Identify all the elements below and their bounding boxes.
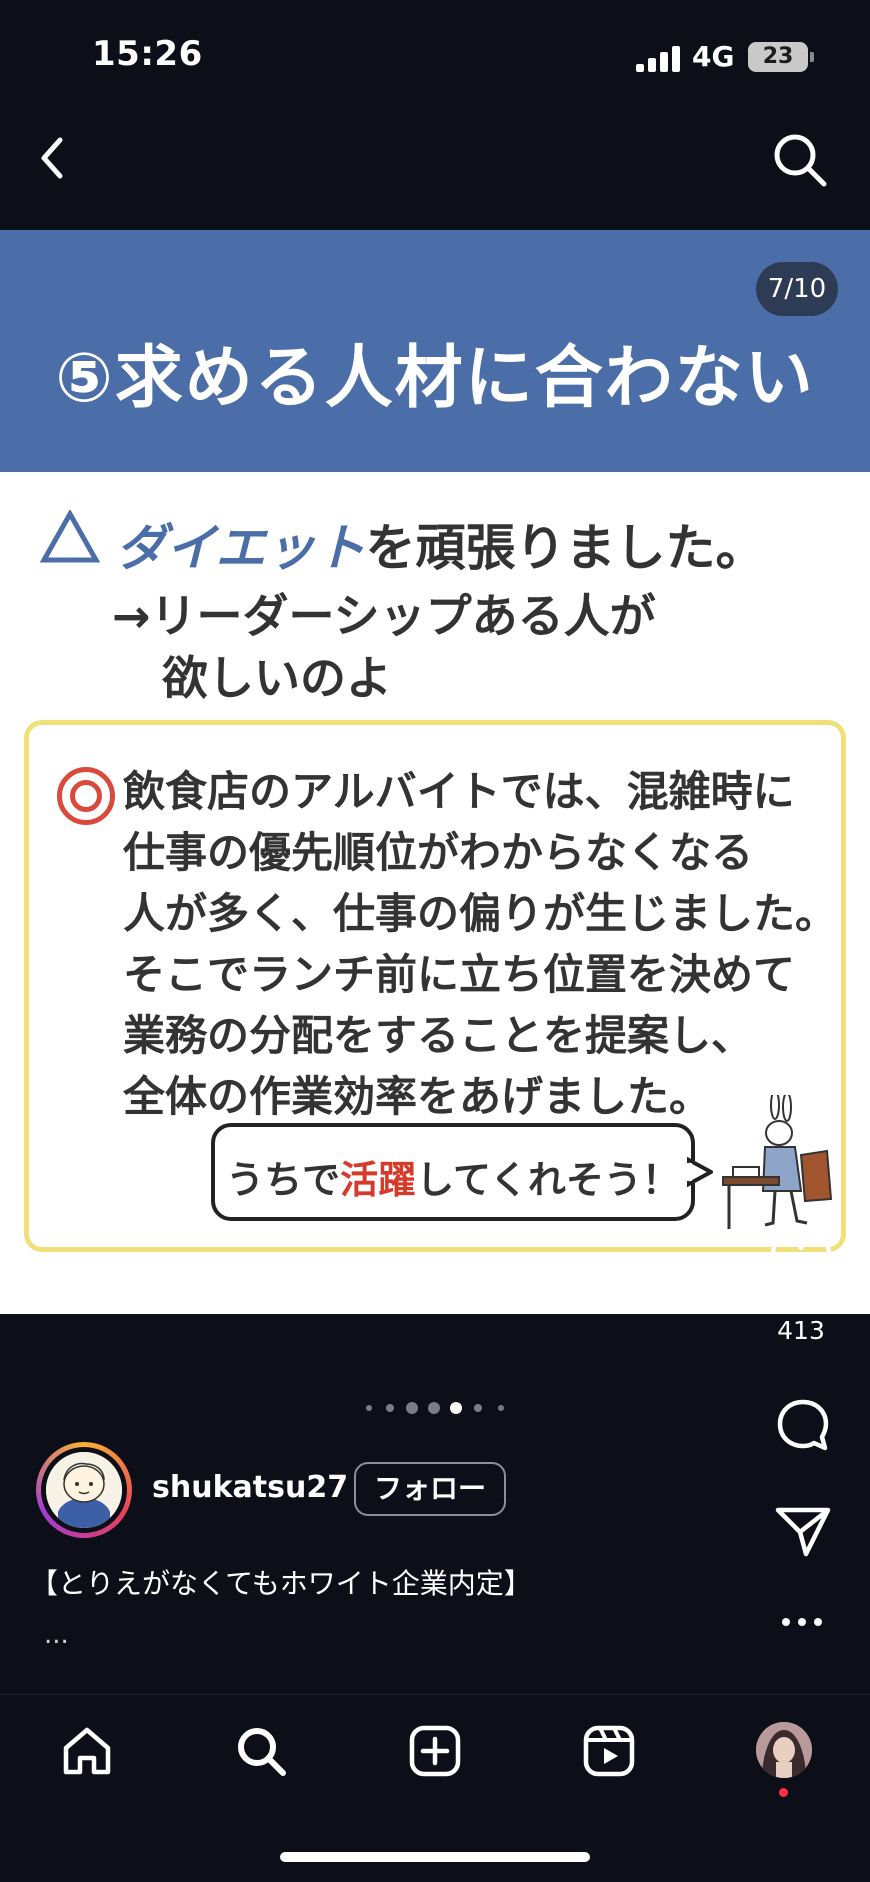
good-example-line: 飲食店のアルバイトでは、混雑時に [123, 767, 795, 816]
signal-icon [636, 46, 682, 72]
battery-icon: 23 [748, 42, 808, 72]
nav-divider [0, 1694, 870, 1695]
search-icon [774, 134, 827, 187]
paper-plane-icon [775, 1507, 831, 1557]
post-banner: ⑤求める人材に合わない 7/10 [0, 230, 870, 472]
battery-tip [810, 52, 814, 62]
home-icon [63, 1727, 111, 1775]
notification-dot [779, 1788, 788, 1797]
double-circle-mark-icon [57, 767, 115, 825]
carousel-dots [362, 1398, 512, 1418]
caption-more[interactable]: ... [44, 1620, 69, 1650]
post-caption[interactable]: 【とりえがなくてもホワイト企業内定】 [30, 1562, 532, 1602]
speech-highlight: 活躍 [340, 1158, 417, 1202]
good-example-box: 飲食店のアルバイトでは、混雑時に 仕事の優先順位がわからなくなる 人が多く、仕事… [24, 720, 846, 1252]
carousel-dot-active [450, 1402, 462, 1414]
status-time: 15:26 [92, 34, 203, 74]
more-dots-icon [782, 1618, 822, 1626]
profile-avatar [756, 1722, 812, 1778]
nav-profile[interactable] [756, 1722, 812, 1778]
more-options-button[interactable] [780, 1612, 824, 1632]
like-count[interactable]: 413 [758, 1316, 844, 1345]
speech-suffix: してくれそう！ [416, 1158, 680, 1202]
good-example-line: 人が多く、仕事の偏りが生じました。 [123, 889, 838, 938]
banner-title: ⑤求める人材に合わない [55, 339, 815, 418]
bad-example-rest: を頑張りました。 [365, 519, 766, 577]
carousel-dot [366, 1405, 372, 1411]
search-button[interactable] [768, 128, 832, 192]
speech-bubble: うちで活躍してくれそう！ [211, 1123, 695, 1221]
nav-home[interactable] [60, 1724, 114, 1778]
follow-button[interactable]: フォロー [354, 1462, 506, 1516]
avatar-border [41, 1447, 127, 1533]
heart-icon [770, 1236, 832, 1291]
carousel-dot [428, 1402, 440, 1414]
bad-example-text: ダイエットを頑張りました。 [116, 508, 766, 580]
avatar-illustration [46, 1452, 122, 1528]
bad-example-highlight: ダイエット [116, 519, 366, 577]
share-button[interactable] [774, 1504, 832, 1560]
author-username[interactable]: shukatsu27 [152, 1470, 348, 1505]
author-avatar[interactable] [36, 1442, 132, 1538]
search-icon [238, 1728, 286, 1776]
reels-icon [583, 1725, 635, 1777]
create-icon [409, 1725, 461, 1777]
good-example-line: そこでランチ前に立ち位置を決めて [123, 950, 796, 999]
good-example-text: 飲食店のアルバイトでは、混雑時に 仕事の優先順位がわからなくなる 人が多く、仕事… [123, 761, 843, 1127]
carousel-dot [474, 1404, 482, 1412]
carousel-dot [498, 1405, 504, 1411]
speech-text: うちで活躍してくれそう！ [215, 1149, 691, 1204]
comment-icon [777, 1399, 829, 1451]
nav-create[interactable] [408, 1724, 462, 1778]
speech-prefix: うちで [226, 1158, 341, 1202]
carousel-dot [386, 1404, 394, 1412]
back-button[interactable] [30, 128, 78, 188]
network-type: 4G [692, 40, 735, 73]
post-image[interactable]: ⑤求める人材に合わない 7/10 ダイエットを頑張りました。 →リーダーシップあ… [0, 230, 870, 1314]
bad-example-comment-2: 欲しいのよ [162, 651, 392, 705]
page-counter: 7/10 [756, 262, 838, 316]
chevron-left-icon [41, 137, 63, 179]
nav-reels[interactable] [582, 1724, 636, 1778]
rabbit-at-desk-illustration [722, 1095, 833, 1229]
good-example-line: 仕事の優先順位がわからなくなる [123, 828, 754, 877]
speech-tail [687, 1157, 713, 1187]
triangle-mark-icon [40, 510, 100, 563]
nav-search[interactable] [234, 1724, 288, 1778]
comment-button[interactable] [776, 1398, 830, 1452]
good-example-line: 業務の分配をすることを提案し、 [123, 1011, 754, 1060]
like-button[interactable] [770, 1236, 832, 1294]
carousel-dot [406, 1402, 418, 1414]
home-indicator [280, 1852, 590, 1862]
bad-example-comment-1: →リーダーシップある人が [112, 589, 656, 643]
